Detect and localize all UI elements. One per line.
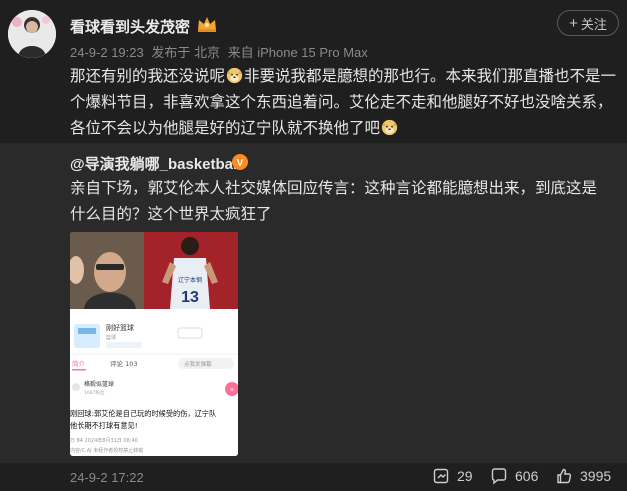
svg-text:+: + [230, 387, 234, 394]
avatar[interactable] [8, 10, 56, 58]
like-button[interactable]: 3995 [555, 467, 611, 485]
post-date[interactable]: 24-9-2 19:23 [70, 45, 144, 60]
app-footer-line: 内容/C.AJ 未经作者授权禁止转载 [70, 447, 143, 454]
repost-count: 29 [457, 468, 473, 484]
app-account-name: 格毅似篮球 [84, 380, 114, 388]
repost-image[interactable]: 辽宁本钢 13 刚好篮球 篮球 简介 评论 103 点我发弹幕 + 格毅似篮球 … [70, 232, 238, 456]
app-stats-line: 万 84 2024年8月31日 08:40 [70, 437, 138, 444]
svg-text:V: V [237, 158, 244, 169]
post-header: 看球看到头发茂密 24-9-2 19:23 发布于 北京 来自 iPhone 1… [8, 8, 619, 60]
post-footer: 24-9-2 17:22 29 606 3995 [0, 463, 627, 491]
repost-text: 亲自下场，郭艾伦本人社交媒体回应传言：这种言论都能臆想出来，到底这是什么目的？这… [70, 180, 598, 223]
jersey-text: 辽宁本钢 [178, 276, 202, 284]
follow-button[interactable]: + 关注 [557, 10, 619, 36]
post-device: 来自 iPhone 15 Pro Max [227, 45, 368, 60]
repost-card[interactable]: @导演我躺哪_basketball V 亲自下场，郭艾伦本人社交媒体回应传言：这… [0, 143, 627, 463]
comment-icon [491, 468, 507, 485]
follow-label: 关注 [580, 16, 607, 32]
app-account-sub: 1687粉丝 [84, 389, 105, 396]
repost-time[interactable]: 24-9-2 17:22 [70, 470, 144, 485]
post-location: 发布于 北京 [151, 45, 220, 60]
username[interactable]: 看球看到头发茂密 [70, 16, 190, 37]
app-profile-name: 刚好篮球 [106, 323, 134, 332]
like-count: 3995 [580, 468, 612, 484]
doge-emoji-icon [226, 67, 243, 84]
plus-icon: + [569, 14, 578, 32]
repost-author[interactable]: @导演我躺哪_basketball [70, 153, 241, 174]
post-text-part1: 那还有别的我还没说呢 [70, 68, 226, 85]
app-tab-intro: 简介 [72, 359, 86, 368]
app-profile-sub: 篮球 [106, 334, 116, 341]
app-comment-button: 点我发弹幕 [184, 360, 212, 368]
screenshot-thumbnail: 辽宁本钢 13 刚好篮球 篮球 简介 评论 103 点我发弹幕 + 格毅似篮球 … [70, 232, 238, 456]
comment-button[interactable]: 606 [490, 467, 538, 485]
comment-count: 606 [515, 468, 539, 484]
post-text: 那还有别的我还没说呢 非要说我都是臆想的那也行。本来我们那直播也不是一个爆料节目… [70, 64, 618, 142]
repost-icon [433, 468, 449, 484]
doge-emoji-icon [381, 119, 398, 136]
crown-icon [198, 17, 216, 32]
jersey-number: 13 [181, 289, 199, 306]
thumbs-up-icon [557, 468, 572, 484]
repost-button[interactable]: 29 [432, 467, 473, 485]
app-headline-line1: 刚回球:郭艾伦是自己玩的时候受的伤，辽宁队 [70, 409, 216, 418]
post-meta: 24-9-2 19:23 发布于 北京 来自 iPhone 15 Pro Max [70, 42, 372, 61]
app-headline-line2: 他长期不打球有意见! [70, 421, 138, 430]
app-tab-comments: 评论 103 [110, 359, 137, 368]
verified-badge-icon: V [232, 154, 248, 170]
